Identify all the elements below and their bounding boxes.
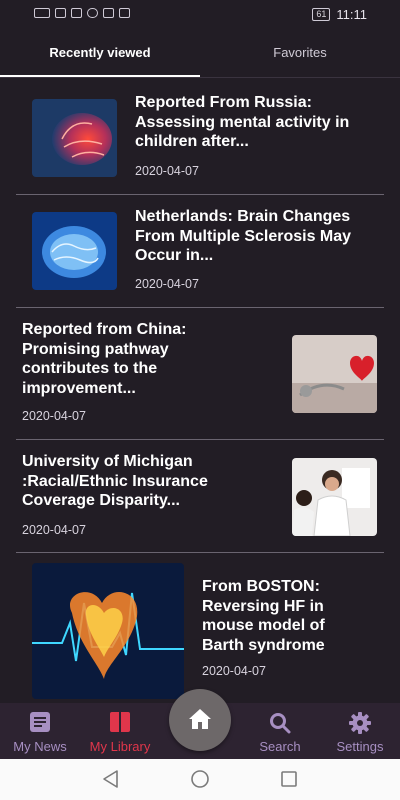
heart-ecg-image	[32, 563, 184, 699]
clock: 11:11	[336, 7, 367, 22]
signal-icon	[55, 8, 66, 18]
article-item[interactable]: Reported from China: Promising pathway c…	[0, 308, 400, 439]
status-icons-left	[34, 8, 130, 18]
search-icon	[269, 712, 291, 739]
tab-bar: Recently viewed Favorites	[0, 30, 400, 78]
system-navigation-bar	[0, 759, 400, 800]
article-item[interactable]: From BOSTON: Reversing HF in mouse model…	[0, 553, 400, 703]
nav-search[interactable]: Search	[240, 703, 320, 759]
article-date: 2020-04-07	[202, 664, 266, 678]
volte-icon	[34, 8, 50, 18]
article-item[interactable]: University of Michigan :Racial/Ethnic In…	[0, 440, 400, 553]
article-date: 2020-04-07	[135, 164, 199, 178]
article-date: 2020-04-07	[22, 409, 86, 423]
tab-favorites[interactable]: Favorites	[200, 30, 400, 78]
article-title[interactable]: University of Michigan :Racial/Ethnic In…	[22, 452, 208, 511]
gear-icon	[349, 712, 371, 739]
battery-icon: 61	[312, 8, 331, 21]
nav-my-news[interactable]: My News	[0, 703, 80, 759]
article-title[interactable]: Reported From Russia: Assessing mental a…	[135, 93, 349, 152]
app-icon	[87, 8, 98, 18]
status-icons-right: 61 11:11	[312, 7, 367, 22]
article-date: 2020-04-07	[135, 277, 199, 291]
nav-settings[interactable]: Settings	[320, 703, 400, 759]
heart-stethoscope-image	[292, 335, 377, 413]
home-circle-icon[interactable]	[190, 769, 210, 789]
article-date: 2020-04-07	[22, 523, 86, 537]
nav-my-library[interactable]: My Library	[80, 703, 160, 759]
tab-recently-viewed[interactable]: Recently viewed	[0, 30, 200, 78]
doctor-patient-image	[292, 458, 377, 536]
instagram-icon	[119, 8, 130, 18]
article-item[interactable]: Netherlands: Brain Changes From Multiple…	[0, 195, 400, 307]
article-icon	[30, 712, 50, 737]
article-title[interactable]: From BOSTON: Reversing HF in mouse model…	[202, 577, 325, 655]
book-icon	[110, 712, 130, 737]
home-icon	[189, 709, 211, 729]
recents-icon[interactable]	[279, 769, 299, 789]
article-item[interactable]: Reported From Russia: Assessing mental a…	[0, 88, 400, 196]
cast-icon	[71, 8, 82, 18]
brain-blue-image	[32, 212, 117, 290]
back-icon[interactable]	[101, 769, 121, 789]
article-title[interactable]: Reported from China: Promising pathway c…	[22, 320, 186, 398]
tab-divider	[0, 77, 400, 78]
brain-scan-red-image	[32, 99, 117, 177]
home-button[interactable]	[169, 689, 231, 751]
youtube-icon	[103, 8, 114, 18]
article-title[interactable]: Netherlands: Brain Changes From Multiple…	[135, 207, 351, 266]
status-bar: 61 11:11	[0, 0, 400, 30]
